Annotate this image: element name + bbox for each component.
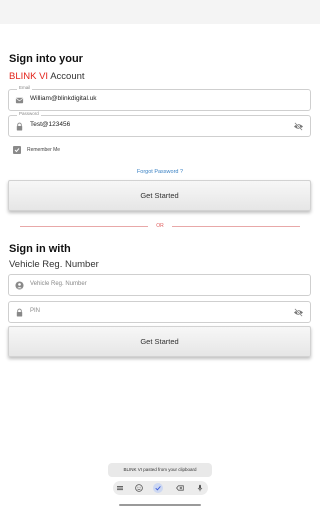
signin-subheading: BLINK VI Account	[9, 71, 85, 82]
emoji-icon[interactable]	[134, 483, 144, 493]
check-icon	[14, 148, 20, 153]
password-value: Test@123456	[30, 121, 71, 128]
pin-field[interactable]: PIN	[8, 301, 311, 323]
vehicle-signin-subheading: Vehicle Reg. Number	[9, 259, 99, 270]
visibility-off-icon[interactable]	[293, 308, 304, 317]
menu-icon[interactable]	[115, 483, 125, 493]
vehicle-reg-field[interactable]: Vehicle Reg. Number	[8, 274, 311, 296]
status-bar	[0, 0, 320, 24]
clipboard-toast: BLINK VI pasted from your clipboard	[108, 463, 212, 477]
visibility-off-icon[interactable]	[293, 122, 304, 131]
email-field[interactable]: Email William@blinkdigital.uk	[8, 85, 311, 111]
mic-icon[interactable]	[195, 483, 205, 493]
forgot-password-link[interactable]: Forgot Password ?	[0, 169, 320, 175]
backspace-icon[interactable]	[175, 483, 185, 493]
password-label: Password	[17, 111, 41, 116]
remember-me-checkbox[interactable]	[13, 146, 21, 154]
lock-icon	[16, 308, 23, 317]
password-field[interactable]: Password Test@123456	[8, 111, 311, 137]
lock-icon	[16, 122, 23, 131]
signin-heading: Sign into your	[9, 53, 83, 65]
pin-placeholder: PIN	[30, 308, 41, 314]
email-value: William@blinkdigital.uk	[30, 95, 97, 102]
vehicle-signin-heading: Sign in with	[9, 243, 71, 255]
keyboard-toolbar	[113, 481, 208, 495]
remember-me-label: Remember Me	[27, 147, 61, 153]
vehicle-reg-placeholder: Vehicle Reg. Number	[30, 281, 87, 287]
brand-name: BLINK VI	[9, 71, 49, 82]
get-started-button[interactable]: Get Started	[8, 180, 311, 211]
account-suffix: Account	[48, 71, 85, 82]
gesture-navigation-bar[interactable]	[119, 504, 201, 506]
person-icon	[15, 281, 24, 290]
vehicle-get-started-button[interactable]: Get Started	[8, 326, 311, 357]
check-icon[interactable]	[153, 483, 163, 493]
email-label: Email	[17, 85, 33, 90]
divider-line-right	[172, 226, 300, 227]
mail-icon	[15, 97, 24, 104]
